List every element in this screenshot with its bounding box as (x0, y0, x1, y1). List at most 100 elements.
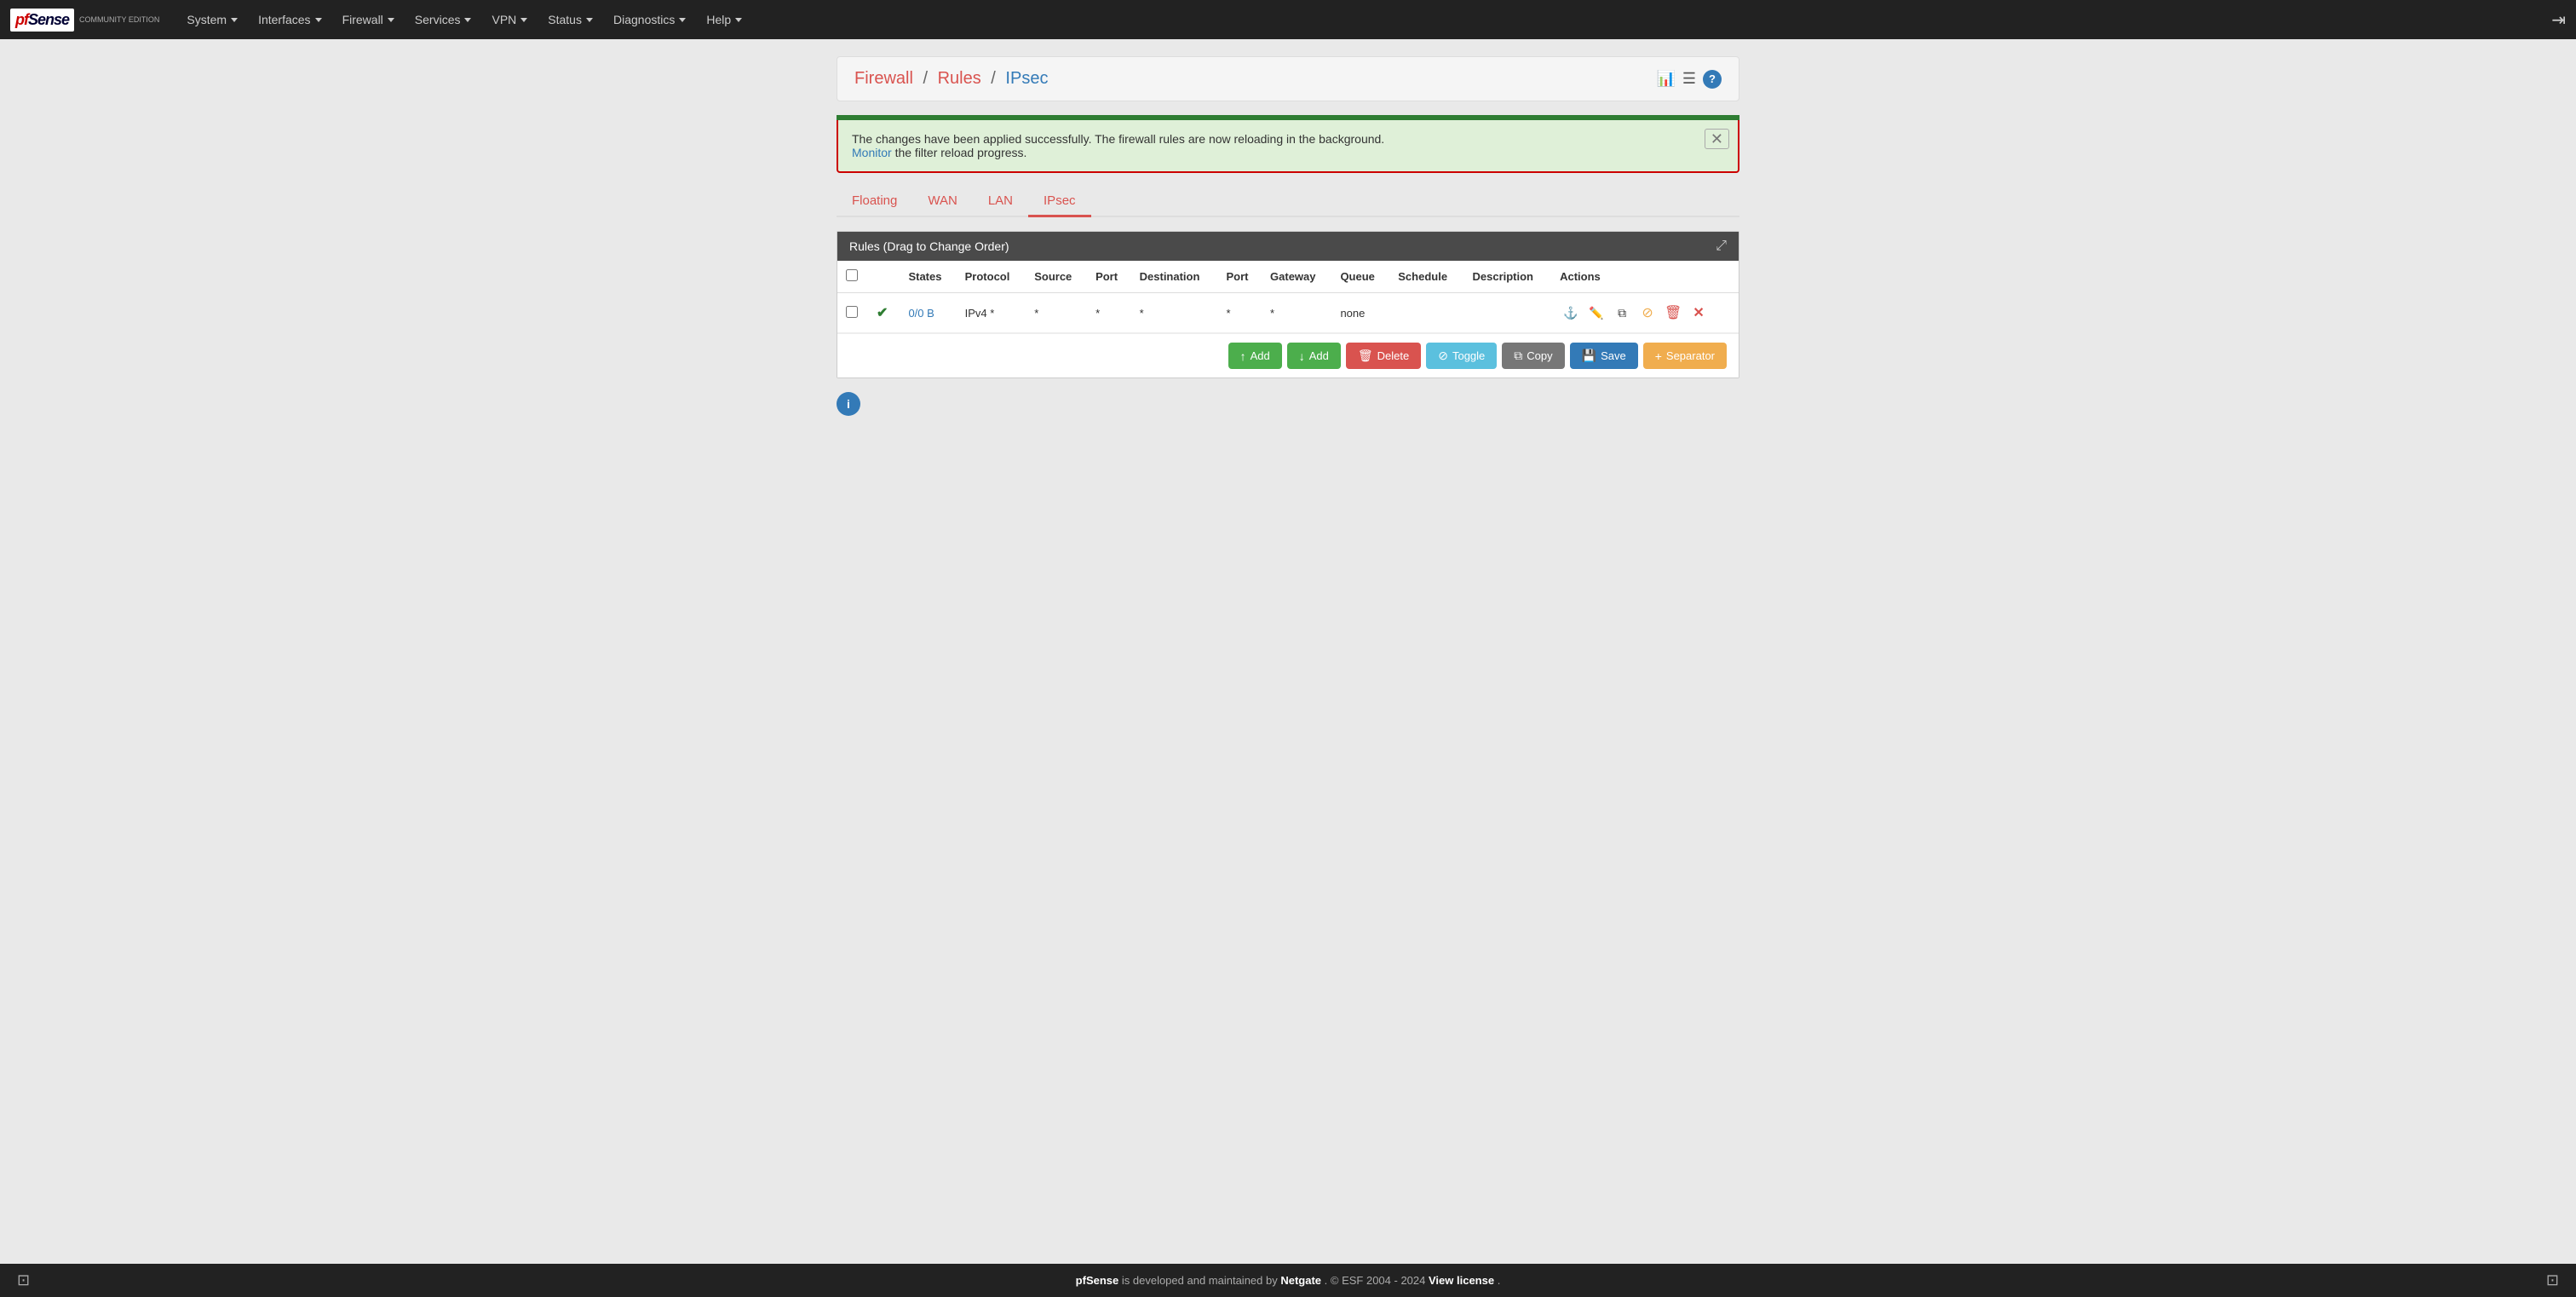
nav-firewall[interactable]: Firewall (332, 0, 405, 39)
disable-icon[interactable]: ⊘ (1636, 302, 1659, 324)
chart-icon[interactable]: 📊 (1656, 70, 1675, 88)
logo-sense: Sense (28, 11, 69, 28)
row-schedule-cell (1389, 293, 1463, 333)
nav-interfaces[interactable]: Interfaces (248, 0, 331, 39)
nav-services[interactable]: Services (405, 0, 482, 39)
reject-icon[interactable]: ✕ (1688, 302, 1710, 324)
add-top-button[interactable]: ↑ Add (1228, 343, 1282, 369)
footer-netgate: Netgate (1280, 1274, 1321, 1287)
anchor-icon[interactable]: ⚓ (1560, 302, 1582, 324)
row-states-cell: 0/0 B (900, 293, 956, 333)
add-top-icon: ↑ (1240, 349, 1246, 363)
breadcrumb-sep1: / (923, 69, 928, 88)
col-actions: Actions (1551, 261, 1739, 293)
copy-icon: ⧉ (1514, 349, 1522, 363)
row-checkbox-cell (837, 293, 868, 333)
alert-monitor-link[interactable]: Monitor (852, 146, 895, 159)
nav-help[interactable]: Help (696, 0, 752, 39)
col-protocol: Protocol (957, 261, 1026, 293)
tab-ipsec[interactable]: IPsec (1028, 187, 1091, 217)
row-source-cell: * (1026, 293, 1087, 333)
page-container: Firewall / Rules / IPsec 📊 ☰ ? The chang… (819, 56, 1757, 416)
diagnostics-caret (679, 18, 686, 22)
edit-icon[interactable]: ✏️ (1585, 302, 1607, 324)
col-queue: Queue (1331, 261, 1389, 293)
footer-brand: pfSense (1076, 1274, 1119, 1287)
action-icons: ⚓ ✏️ ⧉ ⊘ 🗑 ✕ (1560, 302, 1730, 324)
col-src-port: Port (1087, 261, 1131, 293)
toggle-icon: ⊘ (1438, 349, 1448, 363)
firewall-caret (388, 18, 394, 22)
navbar-right: ⇥ (2551, 9, 2566, 31)
col-description: Description (1463, 261, 1551, 293)
row-description-cell (1463, 293, 1551, 333)
footer-left-icon[interactable]: ⊡ (17, 1271, 30, 1289)
nav-vpn[interactable]: VPN (481, 0, 538, 39)
col-source: Source (1026, 261, 1087, 293)
alert-close-button[interactable]: ✕ (1705, 129, 1729, 149)
success-alert: The changes have been applied successful… (837, 120, 1739, 173)
breadcrumb-sep2: / (991, 69, 996, 88)
col-states: States (900, 261, 956, 293)
breadcrumb-root[interactable]: Firewall (854, 69, 913, 88)
save-button[interactable]: 💾 Save (1570, 343, 1638, 369)
nav-items: System Interfaces Firewall Services VPN … (176, 0, 2551, 39)
footer-period: . (1498, 1274, 1501, 1287)
row-status-cell: ✔ (868, 293, 900, 333)
select-all-checkbox[interactable] (846, 269, 858, 281)
nav-status[interactable]: Status (538, 0, 603, 39)
page-header: Firewall / Rules / IPsec 📊 ☰ ? (837, 56, 1739, 101)
navbar: pfSense COMMUNITY EDITION System Interfa… (0, 0, 2576, 39)
row-enabled-icon: ✔ (877, 306, 888, 320)
tab-wan[interactable]: WAN (912, 187, 972, 217)
separator-button[interactable]: + Separator (1643, 343, 1727, 369)
delete-icon: 🗑 (1358, 349, 1373, 363)
copy-button[interactable]: ⧉ Copy (1502, 343, 1564, 369)
breadcrumb: Firewall / Rules / IPsec (854, 69, 1048, 89)
logout-icon[interactable]: ⇥ (2551, 9, 2566, 31)
states-link[interactable]: 0/0 B (908, 307, 934, 320)
row-queue-cell: none (1331, 293, 1389, 333)
nav-system[interactable]: System (176, 0, 248, 39)
delete-row-icon[interactable]: 🗑 (1662, 302, 1684, 324)
copy-row-icon[interactable]: ⧉ (1611, 302, 1633, 324)
help-caret (735, 18, 742, 22)
row-gateway-cell: * (1262, 293, 1331, 333)
delete-button[interactable]: 🗑 Delete (1346, 343, 1421, 369)
breadcrumb-current: IPsec (1005, 69, 1048, 88)
row-src-port-cell: * (1087, 293, 1131, 333)
tab-lan[interactable]: LAN (973, 187, 1028, 217)
row-destination-cell: * (1131, 293, 1218, 333)
footer-after-brand: is developed and maintained by (1122, 1274, 1280, 1287)
col-destination: Destination (1131, 261, 1218, 293)
table-header: States Protocol Source Port Destination … (837, 261, 1739, 293)
separator-icon: + (1655, 349, 1662, 363)
info-icon[interactable]: i (837, 392, 860, 416)
row-actions-cell: ⚓ ✏️ ⧉ ⊘ 🗑 ✕ (1551, 293, 1739, 333)
breadcrumb-middle[interactable]: Rules (938, 69, 981, 88)
help-circle-icon[interactable]: ? (1703, 70, 1722, 89)
services-caret (464, 18, 471, 22)
nav-diagnostics[interactable]: Diagnostics (603, 0, 696, 39)
footer-right-icon[interactable]: ⊡ (2546, 1271, 2559, 1289)
col-schedule: Schedule (1389, 261, 1463, 293)
status-caret (586, 18, 593, 22)
footer: ⊡ pfSense is developed and maintained by… (0, 1264, 2576, 1297)
footer-view-license[interactable]: View license (1429, 1274, 1494, 1287)
list-icon[interactable]: ☰ (1682, 70, 1696, 88)
row-checkbox[interactable] (846, 306, 858, 318)
brand-logo[interactable]: pfSense COMMUNITY EDITION (10, 9, 159, 32)
expand-icon[interactable]: ⤢ (1716, 239, 1727, 254)
col-gateway: Gateway (1262, 261, 1331, 293)
rules-table: States Protocol Source Port Destination … (837, 261, 1739, 333)
rules-section: Rules (Drag to Change Order) ⤢ States Pr… (837, 231, 1739, 378)
edition-label: COMMUNITY EDITION (79, 15, 159, 25)
header-icons: 📊 ☰ ? (1656, 70, 1722, 89)
add-bottom-button[interactable]: ↓ Add (1287, 343, 1341, 369)
toggle-button[interactable]: ⊘ Toggle (1426, 343, 1497, 369)
save-icon: 💾 (1582, 349, 1596, 363)
row-dst-port-cell: * (1217, 293, 1262, 333)
row-protocol-cell: IPv4 * (957, 293, 1026, 333)
alert-message: The changes have been applied successful… (852, 132, 1724, 159)
tab-floating[interactable]: Floating (837, 187, 912, 217)
